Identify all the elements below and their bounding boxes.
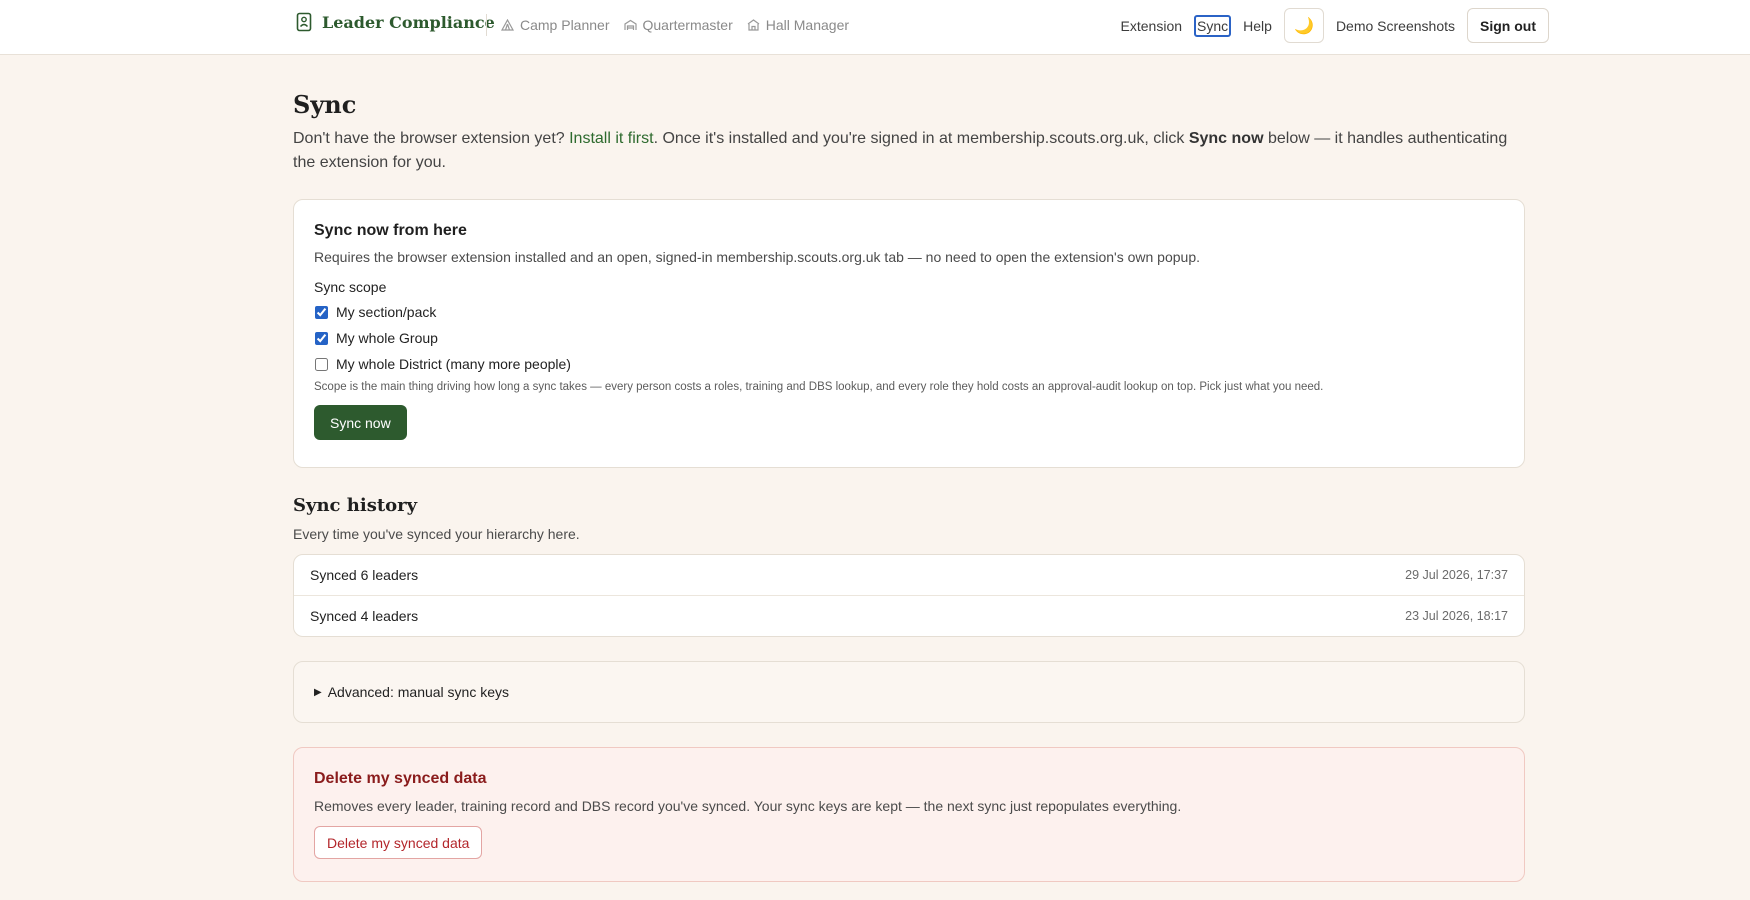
main-nav: Extension Sync Help 🌙 Demo Screenshots S… [1119,8,1549,43]
clipboard-icon [296,12,312,32]
moon-icon: 🌙 [1293,17,1314,35]
theme-toggle-button[interactable]: 🌙 [1283,8,1324,43]
intro-text: Don't have the browser extension yet? In… [293,127,1525,175]
history-label: Synced 6 leaders [310,567,419,583]
divider [486,14,487,36]
scope-option-district[interactable]: My whole District (many more people) [314,351,1504,377]
history-timestamp: 23 Jul 2026, 18:17 [1405,609,1508,623]
sync-history-list: Synced 6 leaders 29 Jul 2026, 17:37 Sync… [293,554,1525,637]
scope-option-label: My section/pack [336,304,437,320]
scope-group-checkbox[interactable] [315,331,328,345]
app-link-hall-manager[interactable]: Hall Manager [747,17,849,33]
intro-before: Don't have the browser extension yet? [293,130,570,147]
history-timestamp: 29 Jul 2026, 17:37 [1405,568,1508,582]
advanced-label: Advanced: manual sync keys [327,684,510,700]
sync-card-description: Requires the browser extension installed… [314,249,1201,265]
nav-help[interactable]: Help [1241,15,1274,37]
page-title: Sync [293,90,357,119]
install-link[interactable]: Install it first [569,130,653,147]
scope-option-label: My whole District (many more people) [336,356,571,372]
scope-help-text: Scope is the main thing driving how long… [314,381,1324,393]
scope-option-label: My whole Group [336,330,438,346]
scope-option-group[interactable]: My whole Group [314,325,1504,351]
delete-synced-data-button[interactable]: Delete my synced data [314,826,483,859]
intro-middle: . Once it's installed and you're signed … [653,130,1189,147]
delete-card-description: Removes every leader, training record an… [314,798,1182,814]
app-link-quartermaster[interactable]: Quartermaster [623,17,733,33]
sync-now-card: Sync now from here Requires the browser … [293,199,1525,468]
brand-name: Leader Compliance [322,12,495,32]
list-item: Synced 6 leaders 29 Jul 2026, 17:37 [294,555,1524,595]
delete-data-card: Delete my synced data Removes every lead… [293,747,1525,882]
top-bar: Leader Compliance Camp Planner Quarterma… [0,0,1750,55]
sync-card-title: Sync now from here [314,222,467,239]
intro-bold: Sync now [1188,130,1264,147]
app-switcher: Camp Planner Quartermaster Hall Manager [501,0,849,50]
nav-sync[interactable]: Sync [1194,14,1232,37]
warehouse-icon [623,19,637,31]
app-link-label: Camp Planner [520,17,610,33]
scope-section-checkbox[interactable] [315,305,328,319]
triangle-right-icon: ▶ [314,686,322,698]
advanced-sync-keys-toggle[interactable]: ▶ Advanced: manual sync keys [293,661,1525,723]
scope-option-section[interactable]: My section/pack [314,299,1504,325]
main-content: Sync Don't have the browser extension ye… [293,54,1525,882]
sync-scope-label: Sync scope [314,279,387,295]
app-link-camp-planner[interactable]: Camp Planner [501,17,610,33]
hall-icon [747,19,760,31]
delete-card-title: Delete my synced data [314,770,487,787]
brand[interactable]: Leader Compliance [296,12,495,32]
list-item: Synced 4 leaders 23 Jul 2026, 18:17 [294,595,1524,636]
app-link-label: Quartermaster [642,17,733,33]
app-link-label: Hall Manager [765,17,850,33]
sync-history-description: Every time you've synced your hierarchy … [293,526,580,542]
tent-icon [501,19,514,31]
nav-demo-screenshots[interactable]: Demo Screenshots [1334,15,1457,37]
scope-district-checkbox[interactable] [315,357,328,371]
sync-now-button[interactable]: Sync now [314,405,407,440]
nav-extension[interactable]: Extension [1119,15,1184,37]
history-label: Synced 4 leaders [310,608,419,624]
sync-history-title: Sync history [293,495,418,516]
sign-out-button[interactable]: Sign out [1467,8,1549,43]
